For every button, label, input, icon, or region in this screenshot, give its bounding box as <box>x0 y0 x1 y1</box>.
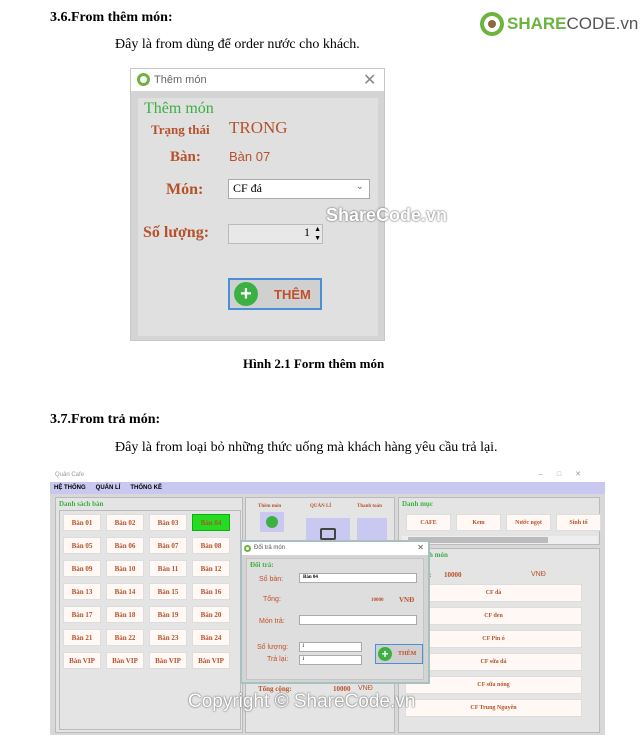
app-icon <box>137 73 150 86</box>
table-button[interactable]: Bàn 10 <box>106 560 144 577</box>
menu-item-button[interactable]: CF sữa nóng <box>405 676 582 694</box>
menu-item-button[interactable]: CF sữa đá <box>405 653 582 671</box>
table-button[interactable]: Bàn 12 <box>192 560 230 577</box>
add-button[interactable]: + THÊM <box>228 278 322 310</box>
plus-icon <box>266 516 278 528</box>
window-title: Thêm món <box>154 74 207 86</box>
table-button[interactable]: Bàn 02 <box>106 514 144 531</box>
category-button[interactable]: Sinh tố <box>556 514 601 531</box>
copyright-watermark: Copyright © ShareCode.vn <box>188 691 416 712</box>
dialog-panel: Đổi trả: Số bàn: Bàn 04 Tổng: 10000 VNĐ … <box>246 558 424 680</box>
item-label: Món: <box>166 181 204 198</box>
section-paragraph: Đây là from loại bỏ những thức uống mà k… <box>115 440 498 455</box>
menu-he-thong[interactable]: HỆ THỐNG <box>54 485 86 491</box>
category-button[interactable]: Kem <box>456 514 501 531</box>
menu-quan-li[interactable]: QUẢN LÍ <box>96 485 121 491</box>
table-value: Bàn 07 <box>229 149 271 164</box>
table-button[interactable]: Bàn 18 <box>106 606 144 623</box>
spin-arrows-icon[interactable]: ▲ ▼ <box>314 225 321 243</box>
menu-item-button[interactable]: CF đá <box>405 584 582 602</box>
sharecode-logo: SHARE CODE.vn <box>480 12 638 36</box>
menu-bar: HỆ THỐNG QUẢN LÍ THỐNG KÊ <box>50 482 605 494</box>
briefcase-icon <box>320 528 336 540</box>
table-button[interactable]: Bàn 19 <box>149 606 187 623</box>
table-button[interactable]: Bàn 05 <box>63 537 101 554</box>
table-button[interactable]: Bàn VIP <box>106 652 144 669</box>
category-button[interactable]: Nước ngọt <box>506 514 551 531</box>
status-value: TRONG <box>229 118 288 137</box>
section-heading: 3.6.From thêm món: <box>50 10 173 25</box>
table-button[interactable]: Bàn 15 <box>149 583 187 600</box>
return-quantity-stepper[interactable]: 1 <box>299 655 362 665</box>
menu-item-button[interactable]: CF Trung Nguyên <box>405 699 582 717</box>
chevron-down-icon: ⌄ <box>355 181 364 192</box>
section-heading: 3.7.From trả món: <box>50 412 161 427</box>
table-button[interactable]: Bàn VIP <box>192 652 230 669</box>
add-button[interactable]: + THÊM <box>375 644 423 664</box>
window-controls[interactable]: –□✕ <box>539 470 595 478</box>
table-button[interactable]: Bàn 04 <box>192 514 230 531</box>
quantity-stepper[interactable]: 1 <box>299 642 362 652</box>
quantity-stepper[interactable]: 1 ▲ ▼ <box>228 224 323 244</box>
table-button[interactable]: Bàn 23 <box>149 629 187 646</box>
table-button[interactable]: Bàn 22 <box>106 629 144 646</box>
item-select[interactable]: CF đá ⌄ <box>228 179 370 199</box>
menu-item-button[interactable]: CF Pin ó <box>405 630 582 648</box>
table-button[interactable]: Bàn 06 <box>106 537 144 554</box>
table-button[interactable]: Bàn 01 <box>63 514 101 531</box>
horizontal-scrollbar[interactable] <box>402 536 598 544</box>
table-button[interactable]: Bàn 16 <box>192 583 230 600</box>
sharecode-logo-icon <box>480 12 504 36</box>
menu-thong-ke[interactable]: THỐNG KÊ <box>130 485 162 491</box>
title-bar: Thêm món ✕ <box>131 69 384 91</box>
table-button[interactable]: Bàn 07 <box>149 537 187 554</box>
table-button[interactable]: Bàn 21 <box>63 629 101 646</box>
menu-item-button[interactable]: CF đen <box>405 607 582 625</box>
table-button[interactable]: Bàn VIP <box>149 652 187 669</box>
table-button[interactable]: Bàn 03 <box>149 514 187 531</box>
table-select[interactable]: Bàn 04 <box>299 573 417 583</box>
plus-icon: + <box>378 647 392 661</box>
plus-icon: + <box>234 282 258 306</box>
close-icon[interactable]: ✕ <box>417 543 424 552</box>
app-icon <box>244 545 251 552</box>
figure-caption: Hình 2.1 Form thêm món <box>243 356 385 371</box>
watermark: ShareCode.vn <box>326 205 448 225</box>
group-title: Thêm món <box>144 100 214 117</box>
close-icon[interactable]: ✕ <box>363 70 376 90</box>
status-label: Trạng thái <box>151 122 210 137</box>
table-button[interactable]: Bàn 08 <box>192 537 230 554</box>
table-button[interactable]: Bàn 13 <box>63 583 101 600</box>
add-item-button[interactable] <box>260 512 284 532</box>
return-item-select[interactable] <box>299 615 417 625</box>
category-button[interactable]: CAFE <box>406 514 451 531</box>
table-button[interactable]: Bàn 14 <box>106 583 144 600</box>
table-button[interactable]: Bàn 09 <box>63 560 101 577</box>
table-button[interactable]: Bàn VIP <box>63 652 101 669</box>
table-button[interactable]: Bàn 24 <box>192 629 230 646</box>
dialog-title-bar: Đổi trả món ✕ <box>242 542 428 555</box>
table-label: Bàn: <box>170 149 201 165</box>
quantity-label: Số lượng: <box>143 224 210 241</box>
title-bar: Quản Cafe –□✕ <box>50 468 605 482</box>
table-button[interactable]: Bàn 11 <box>149 560 187 577</box>
category-panel: Danh mục CAFE Kem Nước ngọt Sinh tố <box>398 497 601 545</box>
table-button[interactable]: Bàn 20 <box>192 606 230 623</box>
section-paragraph: Đây là from dùng để order nước cho khách… <box>115 37 360 52</box>
table-button[interactable]: Bàn 17 <box>63 606 101 623</box>
doi-tra-mon-dialog: Đổi trả món ✕ Đổi trả: Số bàn: Bàn 04 Tổn… <box>240 540 430 684</box>
